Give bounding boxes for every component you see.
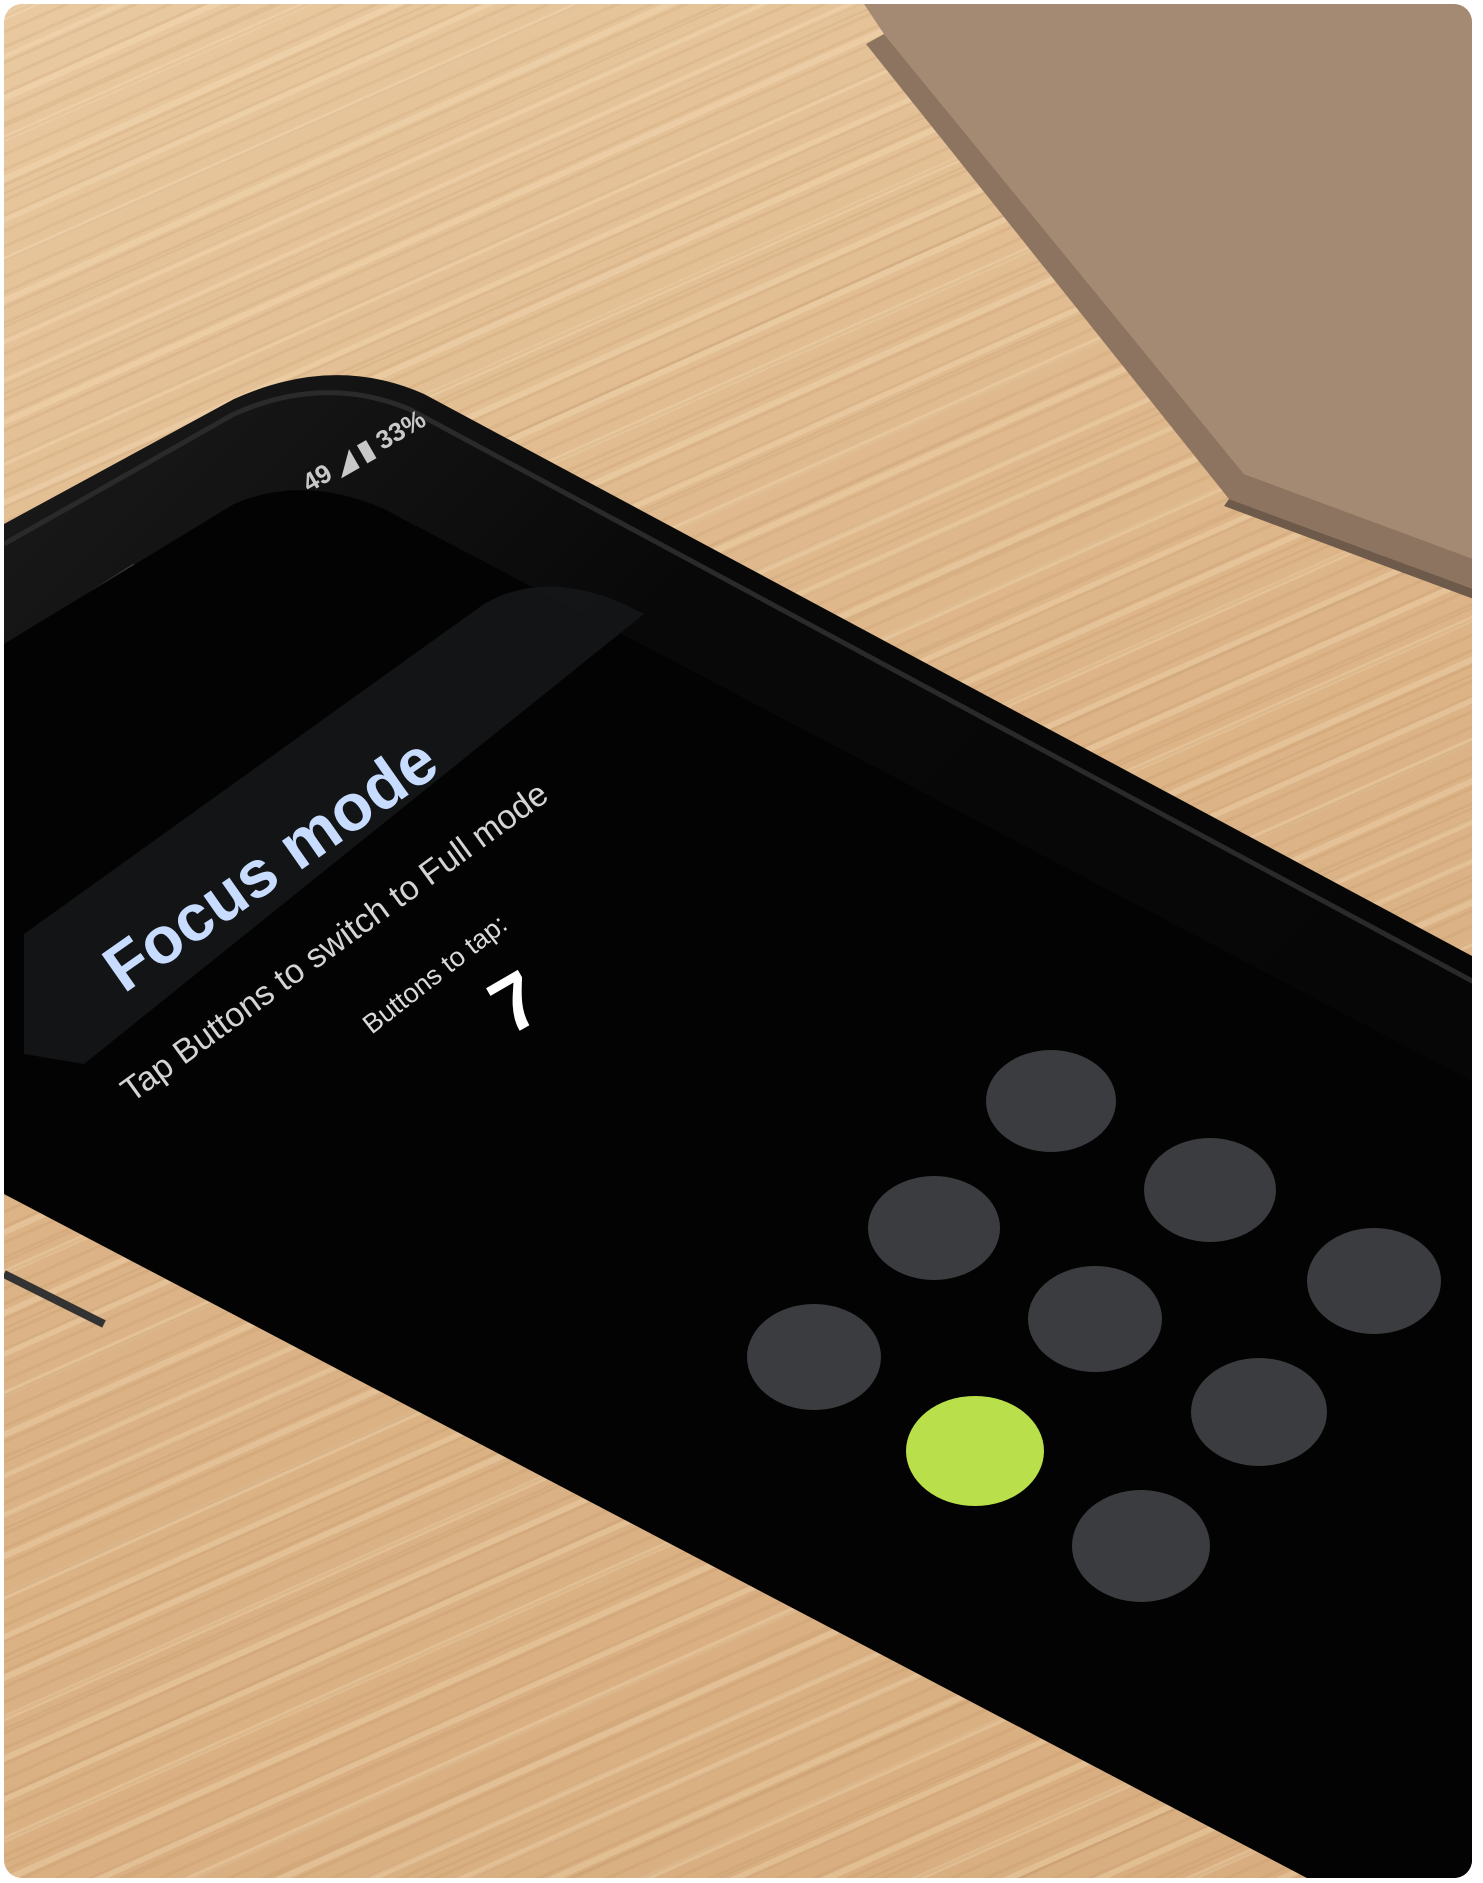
- grid-button-5[interactable]: [1028, 1266, 1162, 1372]
- grid-button-4[interactable]: [868, 1176, 1000, 1280]
- grid-button-6[interactable]: [1191, 1358, 1327, 1466]
- grid-button-7[interactable]: [747, 1304, 881, 1410]
- button-grid: [4, 4, 1472, 1878]
- grid-button-3[interactable]: [1307, 1228, 1441, 1334]
- grid-button-1[interactable]: [986, 1050, 1116, 1152]
- grid-button-2[interactable]: [1144, 1138, 1276, 1242]
- grid-button-9[interactable]: [1072, 1490, 1210, 1602]
- grid-button-active[interactable]: [906, 1396, 1044, 1506]
- photo-frame: 49 ◢ ▮ 33% Focus mode Tap Buttons to swi…: [4, 4, 1472, 1878]
